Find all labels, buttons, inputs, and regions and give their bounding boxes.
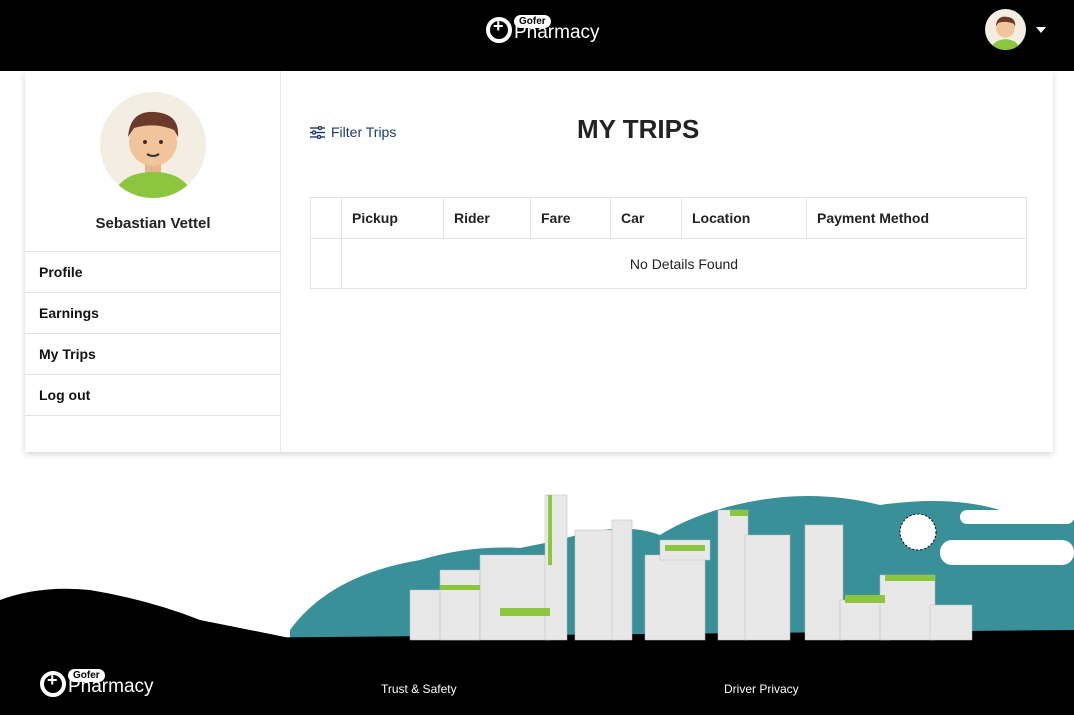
sidebar-menu: Profile Earnings My Trips Log out <box>25 251 281 416</box>
col-header-blank <box>310 197 342 239</box>
col-header-car: Car <box>610 197 682 239</box>
logo-g-icon <box>40 670 66 697</box>
page-title: MY TRIPS <box>577 114 700 144</box>
sidebar-item-my-trips[interactable]: My Trips <box>25 334 281 375</box>
empty-message: No Details Found <box>341 238 1027 289</box>
table-row: No Details Found <box>310 238 1027 289</box>
chevron-down-icon[interactable] <box>1036 26 1046 33</box>
logo-g-icon <box>486 16 512 43</box>
user-menu[interactable] <box>985 9 1046 50</box>
col-header-pickup: Pickup <box>341 197 444 239</box>
trips-table: Pickup Rider Fare Car Location Payment M… <box>310 197 1027 289</box>
profile-avatar <box>100 92 206 198</box>
brand-logo[interactable]: Gofer Pharmacy <box>486 15 600 43</box>
sidebar: Sebastian Vettel Profile Earnings My Tri… <box>25 71 281 452</box>
sidebar-item-profile[interactable]: Profile <box>25 252 281 293</box>
avatar[interactable] <box>985 9 1026 50</box>
col-header-fare: Fare <box>530 197 611 239</box>
filter-label: Filter Trips <box>331 124 397 140</box>
sidebar-item-earnings[interactable]: Earnings <box>25 293 281 334</box>
top-header: Gofer Pharmacy <box>0 0 1074 71</box>
logo-badge: Gofer <box>68 669 105 682</box>
footer-logo[interactable]: Gofer Pharmacy <box>40 669 154 697</box>
city-illustration <box>0 494 1074 715</box>
empty-cell <box>310 238 342 289</box>
footer-link-trust-safety[interactable]: Trust & Safety <box>381 682 457 696</box>
col-header-payment-method: Payment Method <box>806 197 1027 239</box>
user-name: Sebastian Vettel <box>95 215 211 232</box>
content-card: Sebastian Vettel Profile Earnings My Tri… <box>25 71 1053 452</box>
footer-link-driver-privacy[interactable]: Driver Privacy <box>724 682 799 696</box>
sliders-icon <box>310 125 325 139</box>
filter-trips-button[interactable]: Filter Trips <box>310 124 396 140</box>
table-header-row: Pickup Rider Fare Car Location Payment M… <box>310 197 1027 239</box>
col-header-location: Location <box>681 197 807 239</box>
sidebar-item-log-out[interactable]: Log out <box>25 375 281 416</box>
col-header-rider: Rider <box>443 197 531 239</box>
logo-badge: Gofer <box>514 15 551 28</box>
